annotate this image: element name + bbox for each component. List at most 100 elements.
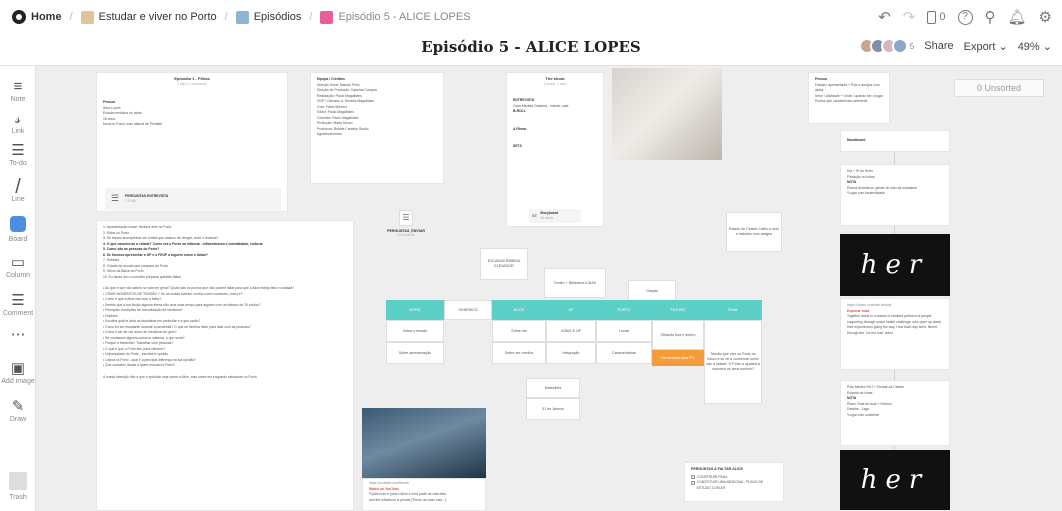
location-note-2[interactable]: Pólo Médico HSJ + Pensar da Cidade Estra… — [840, 380, 950, 446]
breadcrumb-board[interactable]: Estudar e viver no Porto — [80, 10, 217, 24]
comments-button[interactable]: 0 — [927, 10, 946, 24]
breadcrumb-board[interactable]: Episódios — [235, 10, 302, 24]
todo-icon: ☰ — [11, 142, 25, 159]
location-note[interactable]: Dia + 5ª do Horto Filmação no Icbas NOTA… — [840, 164, 950, 226]
map-column-header[interactable]: UP — [546, 300, 596, 320]
tool-comment[interactable]: ☰ Comment — [0, 292, 36, 317]
youtube-card[interactable]: https://youtube.com/shorts Watch on YouT… — [362, 478, 486, 511]
map-card[interactable]: Sobre ela — [492, 320, 546, 342]
breadcrumb-label: Episódio 5 - ALICE LOPES — [338, 11, 471, 23]
image-icon: ▣ — [10, 360, 26, 377]
todo-title: PERGUNTAS A FALTAR ALICE — [691, 467, 743, 471]
tool-label: Trash — [9, 494, 27, 501]
map-card[interactable]: ICBAS E UP — [546, 320, 596, 342]
settings-icon[interactable]: ⚙ — [1039, 8, 1052, 26]
avatar — [891, 38, 908, 54]
map-card[interactable]: Integração — [546, 342, 596, 364]
credits-note[interactable]: Equipa / Créditos Direção Geral: Manuel … — [310, 72, 444, 184]
share-button[interactable]: Share — [924, 40, 953, 52]
file-attachment[interactable]: ☰ PERGUNTAS ENTREVISTA 2.5 MB — [105, 188, 281, 210]
board-icon — [235, 10, 249, 24]
map-card[interactable]: Olhando fora e dentro — [652, 320, 704, 350]
map-column-header[interactable]: FINAL — [704, 300, 762, 320]
todo-item[interactable]: CONSTITUIR UMA MEDICINA - PLANO DE ESTUD… — [691, 480, 777, 491]
alice-photo[interactable] — [612, 68, 722, 160]
notifications-icon[interactable]: 🔔︎ — [1008, 8, 1027, 26]
tool-trash[interactable]: Trash — [0, 472, 36, 501]
document-size: 2.0 boards — [397, 233, 415, 237]
tool-line[interactable]: / Line — [0, 176, 36, 203]
breadcrumb-board[interactable]: Episódio 5 - ALICE LOPES — [320, 10, 471, 24]
search-icon[interactable]: ⚲ — [985, 8, 996, 26]
export-label: Export — [963, 40, 996, 53]
board-tool-icon — [10, 216, 26, 232]
her-poster-image[interactable]: her — [840, 234, 950, 296]
redo-icon[interactable]: ↷ — [903, 8, 916, 26]
video-link-card[interactable]: https://vimeo.com/rain-beauty Explorar m… — [840, 298, 950, 370]
tool-add-image[interactable]: ▣ Add image — [0, 360, 36, 385]
board-count: 16 cards — [540, 216, 554, 220]
map-column-header[interactable]: FUTURO — [652, 300, 704, 320]
board-card-episode1[interactable]: Episódio 1 - Filhos 1 card, 2 comments P… — [96, 72, 288, 212]
tool-todo[interactable]: ☰ To-do — [0, 142, 36, 167]
storyboard-board[interactable]: ST Storyboard 16 cards — [529, 209, 581, 223]
tool-board[interactable]: Board — [0, 216, 36, 243]
map-card-highlight[interactable]: Ferramenta para PIV — [652, 350, 704, 366]
tool-label: Comment — [2, 310, 34, 317]
map-card[interactable]: Sobre ser médica — [492, 342, 546, 364]
help-icon[interactable]: ? — [957, 9, 973, 25]
question-item: A nossa intenção não é que o episódio se… — [103, 374, 258, 379]
tool-draw[interactable]: ✎ Draw — [0, 398, 36, 423]
map-column-header[interactable]: ALICE — [492, 300, 546, 320]
map-note[interactable]: Centro + Biblioteca ICBAS — [544, 268, 606, 298]
comment-icon: ☰ — [11, 292, 25, 309]
board-card-the-shoot[interactable]: The shoot 1 board, 1 card ENTREVISTA Cas… — [506, 72, 604, 227]
map-card[interactable]: 31 de Janeiro — [526, 398, 580, 420]
tool-column[interactable]: ▭ Column — [0, 254, 36, 279]
map-card[interactable]: Locais — [596, 320, 652, 342]
todo-list[interactable]: PERGUNTAS A FALTAR ALICE CONSTRUIR FINAL… — [684, 462, 784, 502]
youtube-thumbnail[interactable] — [362, 408, 486, 478]
map-column-header[interactable]: INTRO — [386, 300, 444, 320]
map-card[interactable]: Sobre e tensão — [386, 320, 444, 342]
map-card[interactable]: Tensão que vive no Porto no futuro e se … — [704, 320, 762, 404]
her-poster-image-2[interactable]: her — [840, 450, 950, 510]
breadcrumb-home[interactable]: Home — [12, 10, 62, 24]
tool-label: Line — [11, 196, 25, 203]
map-column-header[interactable]: PORTO — [596, 300, 652, 320]
undo-icon[interactable]: ↶ — [878, 8, 891, 26]
person-note[interactable]: Pessoa Falada / apresentada + Pais e ami… — [808, 72, 890, 124]
tool-more[interactable]: ⋯ — [0, 326, 36, 344]
tool-label: Add image — [1, 378, 35, 385]
map-card[interactable]: Marselhês — [526, 378, 580, 398]
line-icon: / — [15, 176, 21, 198]
card-line: Mora no Porto, mas natural de Penafiel — [103, 122, 162, 126]
document-icon: ☰ — [111, 193, 120, 204]
map-card[interactable]: Características — [596, 342, 652, 364]
map-card[interactable]: Sobre apresentação — [386, 342, 444, 364]
tool-link[interactable]: 𝓈 Link — [0, 110, 36, 135]
moodboard-note[interactable]: Moodboard — [840, 130, 950, 152]
card-title: Moodboard — [847, 138, 866, 143]
map-note[interactable]: Oração — [628, 280, 676, 302]
map-note[interactable]: Estado de Cidade Cafés a ciclo e trabalh… — [726, 212, 782, 252]
questions-note[interactable]: 1. Apresentação inicial: História dele n… — [96, 220, 354, 511]
card-line: Pontos que caracterizam ambiente — [815, 99, 868, 103]
connector-line — [894, 370, 895, 380]
perguntas-document[interactable]: ☰ PERGUNTAS_ENVIAR 2.0 boards — [378, 210, 434, 237]
map-column-header[interactable]: GENÉRICO — [444, 300, 492, 320]
map-note[interactable]: ESCADAS RIBEIRA ELEVADOR — [480, 248, 528, 280]
card-subtitle: 1 card, 2 comments — [177, 81, 207, 86]
breadcrumb-label: Episódios — [253, 11, 302, 23]
checkbox-icon[interactable] — [691, 475, 695, 479]
unsorted-button[interactable]: 0 Unsorted — [954, 79, 1044, 97]
tool-note[interactable]: ≡ Note — [0, 78, 36, 103]
export-button[interactable]: Export ⌄ — [964, 40, 1008, 53]
checkbox-icon[interactable] — [691, 480, 695, 485]
attachment-size: 2.5 MB — [125, 199, 136, 203]
board-canvas[interactable]: 0 Unsorted Episódio 1 - Filhos 1 card, 2… — [36, 66, 1062, 511]
tool-label: To-do — [9, 160, 27, 167]
zoom-value: 49% — [1017, 40, 1040, 53]
zoom-level[interactable]: 49% ⌄ — [1018, 40, 1052, 53]
avatar-group[interactable] — [858, 38, 908, 54]
